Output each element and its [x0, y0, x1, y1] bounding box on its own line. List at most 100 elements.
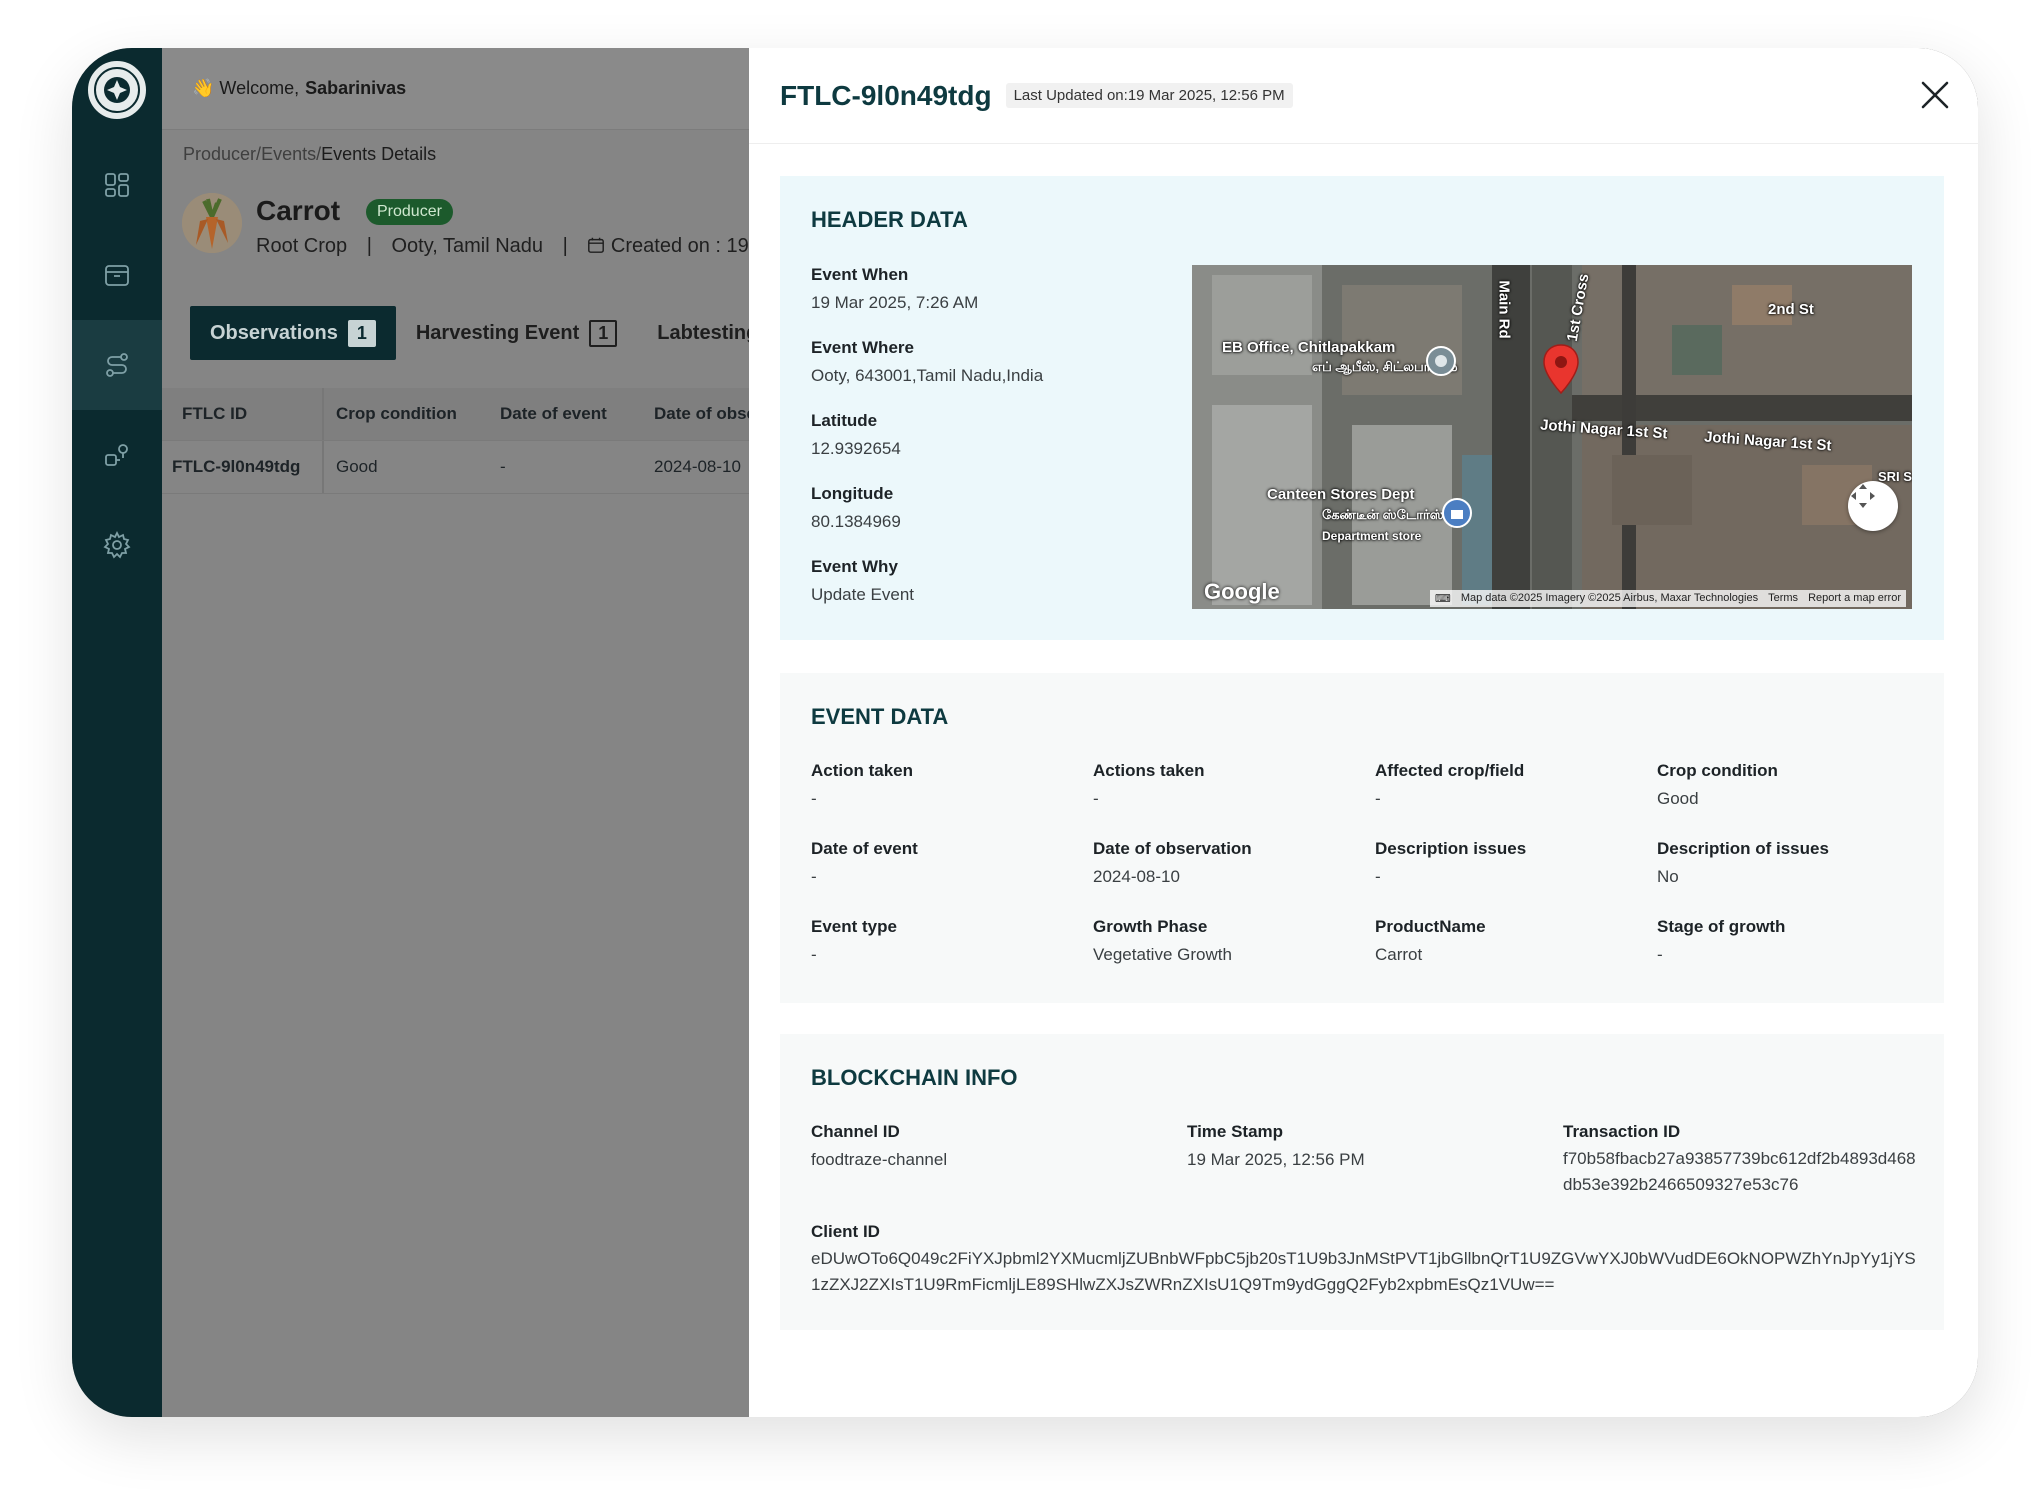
field-label: Description issues — [1375, 839, 1527, 858]
field-label: Client ID — [811, 1222, 880, 1241]
foodtraze-logo[interactable] — [85, 58, 149, 122]
map-attribution-bar: ⌨ Map data ©2025 Imagery ©2025 Airbus, M… — [1192, 587, 1912, 609]
field-description-issues: Description issues - — [1375, 839, 1526, 887]
event-data-section: EVENT DATA Action taken - Actions taken … — [780, 673, 1944, 1003]
breadcrumb-event-details: Events Details — [321, 144, 437, 164]
blockchain-info-section: BLOCKCHAIN INFO Channel ID foodtraze-cha… — [780, 1034, 1944, 1330]
location-share-icon — [105, 444, 128, 466]
field-label: Description of issues — [1657, 839, 1829, 858]
field-label: ProductName — [1375, 917, 1486, 936]
tab-label: Harvesting Event — [415, 321, 580, 344]
map-report-link[interactable]: Report a map error — [1808, 592, 1901, 605]
map-label-canteen-local: கேண்டீன் ஸ்டோர்ஸ்... — [1322, 507, 1455, 522]
field-event-where: Event Where Ooty, 643001,Tamil Nadu,Indi… — [811, 338, 1043, 386]
field-stage-of-growth: Stage of growth - — [1657, 917, 1785, 965]
column-header[interactable]: Date of event — [488, 404, 642, 424]
table-header-row: FTLC ID Crop condition Date of event Dat… — [162, 388, 749, 441]
nav-dashboard[interactable] — [72, 140, 162, 230]
meta-divider: | — [366, 235, 372, 257]
breadcrumb-events[interactable]: Events — [261, 144, 316, 164]
last-updated-badge: Last Updated on:19 Mar 2025, 12:56 PM — [1005, 83, 1293, 108]
map-label-canteen-sub: Department store — [1322, 529, 1422, 543]
field-value: - — [811, 789, 817, 808]
field-label: Stage of growth — [1657, 917, 1786, 936]
field-value: - — [1375, 867, 1381, 886]
field-actions-taken: Actions taken - — [1093, 761, 1204, 809]
tab-harvesting-event[interactable]: Harvesting Event 1 — [396, 306, 637, 360]
map-fullscreen-button[interactable] — [1848, 481, 1898, 531]
field-label: Event type — [811, 917, 897, 936]
cell-crop-condition: Good — [322, 441, 488, 493]
drawer-header: FTLC-9l0n49tdg Last Updated on:19 Mar 20… — [749, 48, 1978, 144]
field-value: Update Event — [811, 585, 915, 604]
table-row[interactable]: FTLC-9l0n49tdg Good - 2024-08-10 — [162, 441, 749, 494]
section-heading: BLOCKCHAIN INFO — [811, 1065, 1018, 1090]
breadcrumb-producer[interactable]: Producer — [183, 144, 256, 164]
header-data-section: HEADER DATA Event When 19 Mar 2025, 7:26… — [780, 176, 1944, 640]
product-name: Carrot — [256, 195, 341, 226]
map-attribution: Map data ©2025 Imagery ©2025 Airbus, Max… — [1460, 591, 1759, 604]
map-pin-icon[interactable] — [1542, 343, 1580, 395]
column-header[interactable]: Crop condition — [322, 388, 488, 440]
event-detail-drawer: FTLC-9l0n49tdg Last Updated on:19 Mar 20… — [749, 48, 1978, 1417]
events-table: FTLC ID Crop condition Date of event Dat… — [162, 388, 749, 494]
column-header[interactable]: FTLC ID — [162, 404, 322, 424]
field-value: 12.9392654 — [811, 439, 901, 458]
field-label: Affected crop/field — [1375, 761, 1525, 780]
field-label: Action taken — [811, 761, 914, 780]
fullscreen-icon — [1851, 484, 1875, 508]
column-header[interactable]: Date of obse — [642, 404, 749, 424]
nav-traceability[interactable] — [72, 410, 162, 500]
field-label: Actions taken — [1093, 761, 1205, 780]
map-poi-store-icon[interactable] — [1441, 497, 1473, 529]
event-location-map[interactable]: EB Office, Chitlapakkam எப் ஆபீஸ், சிட்ல… — [1192, 265, 1912, 609]
field-crop-condition: Crop condition Good — [1657, 761, 1778, 809]
cell-date-of-event: - — [500, 457, 506, 476]
nav-settings[interactable] — [72, 500, 162, 590]
field-growth-phase: Growth Phase Vegetative Growth — [1093, 917, 1232, 965]
field-value: - — [1657, 945, 1663, 964]
field-value: - — [1375, 789, 1381, 808]
app-window: 👋 Welcome, Sabarinivas Producer/Events/E… — [72, 48, 1978, 1417]
map-label-2nd-st: 2nd St — [1768, 301, 1814, 318]
field-value: - — [1093, 789, 1099, 808]
field-action-taken: Action taken - — [811, 761, 913, 809]
field-latitude: Latitude 12.9392654 — [811, 411, 901, 459]
field-affected-crop: Affected crop/field - — [1375, 761, 1524, 809]
map-label-main-rd: Main Rd — [1495, 280, 1513, 339]
field-value: - — [811, 945, 817, 964]
tab-label: Observations — [210, 321, 338, 344]
field-value: eDUwOTo6Q049c2FiYXJpbml2YXMucmljZUBnbWFp… — [811, 1249, 1916, 1294]
field-label: Event Where — [811, 338, 914, 357]
section-heading: EVENT DATA — [811, 704, 949, 729]
tab-count-badge: 1 — [347, 319, 376, 347]
nav-events[interactable] — [72, 320, 162, 410]
map-terms-link[interactable]: Terms — [1768, 592, 1798, 605]
map-label-sri: SRI S — [1878, 469, 1912, 484]
field-event-when: Event When 19 Mar 2025, 7:26 AM — [811, 265, 978, 313]
map-poi-office-icon[interactable] — [1425, 345, 1457, 377]
field-value: Carrot — [1375, 945, 1423, 964]
sidebar — [72, 48, 162, 1417]
drawer-title: FTLC-9l0n49tdg — [780, 79, 992, 111]
keyboard-icon[interactable]: ⌨ — [1435, 592, 1451, 605]
field-label: Time Stamp — [1187, 1122, 1284, 1141]
route-icon — [106, 353, 128, 377]
cell-ftlc-id: FTLC-9l0n49tdg — [172, 457, 301, 476]
carrot-icon — [182, 193, 242, 253]
tab-count-badge: 1 — [589, 319, 618, 347]
product-category: Root Crop — [256, 235, 348, 257]
nav-products[interactable] — [72, 230, 162, 320]
logo-emblem-icon — [94, 67, 140, 113]
box-icon — [105, 265, 129, 286]
field-label: Crop condition — [1657, 761, 1778, 780]
field-label: Channel ID — [811, 1122, 900, 1141]
meta-divider: | — [562, 235, 568, 257]
close-icon[interactable] — [1920, 80, 1950, 110]
tab-observations[interactable]: Observations 1 — [190, 306, 396, 360]
welcome-text: 👋 Welcome, — [192, 78, 300, 98]
field-product-name: ProductName Carrot — [1375, 917, 1486, 965]
product-image — [182, 193, 242, 253]
field-label: Date of observation — [1093, 839, 1252, 858]
field-value: No — [1657, 867, 1679, 886]
